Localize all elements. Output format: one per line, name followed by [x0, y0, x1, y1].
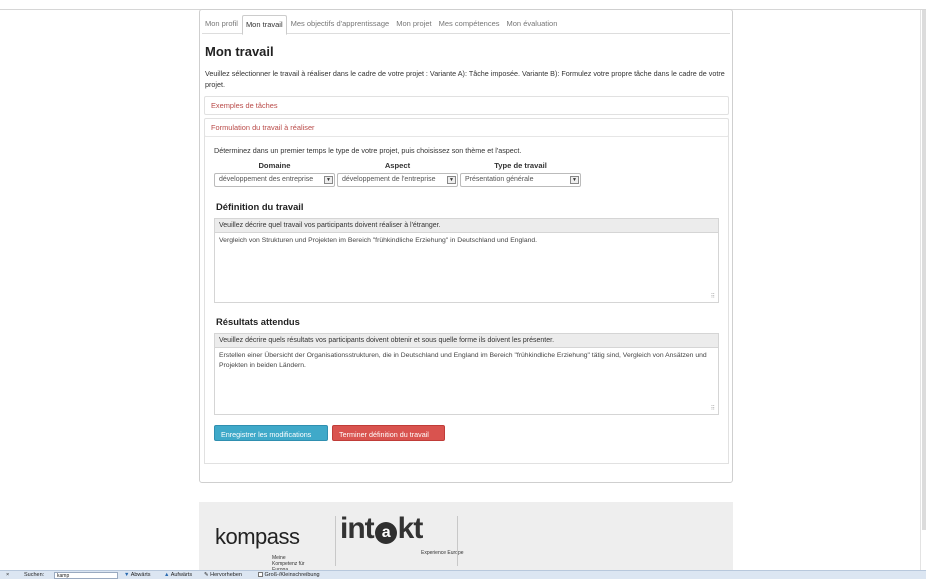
tab-evaluation[interactable]: Mon évaluation — [504, 15, 561, 34]
definition-prompt: Veuillez décrire quel travail vos partic… — [215, 219, 718, 233]
find-prev-label: Aufwärts — [170, 572, 193, 578]
aspect-select[interactable]: développement de l'entreprise ▼ — [337, 173, 458, 187]
browser-find-bar: × Suchen: kamp ▼ Abwärts ▲ Aufwärts ✎ He… — [0, 570, 926, 579]
intakt-logo-a: a — [374, 522, 397, 544]
arrow-up-icon: ▲ — [164, 572, 170, 578]
page-scrollbar[interactable] — [920, 10, 926, 570]
match-case-checkbox[interactable]: Groß-/Kleinschreibung — [258, 572, 320, 578]
results-title: Résultats attendus — [216, 316, 300, 327]
kompass-logo: kompass — [215, 524, 300, 549]
results-textarea[interactable]: Erstellen einer Übersicht der Organisati… — [215, 348, 718, 374]
find-next-label: Abwärts — [130, 572, 151, 578]
find-next-button[interactable]: ▼ Abwärts — [124, 572, 151, 578]
chevron-down-icon: ▼ — [447, 176, 456, 184]
domaine-label: Domaine — [258, 161, 291, 170]
resize-handle-icon[interactable]: ⠿ — [711, 405, 715, 412]
findbar-close-icon[interactable]: × — [6, 572, 9, 578]
highlight-button[interactable]: ✎ Hervorheben — [204, 572, 242, 578]
intro-text: Veuillez sélectionner le travail à réali… — [205, 69, 725, 89]
results-prompt: Veuillez décrire quels résultats vos par… — [215, 334, 718, 348]
panel-formulation-heading[interactable]: Formulation du travail à réaliser — [204, 118, 729, 137]
footer-divider — [335, 516, 336, 566]
aspect-label: Aspect — [384, 161, 411, 170]
work-card: Mon profil Mon travail Mes objectifs d'a… — [199, 9, 733, 483]
chevron-down-icon: ▼ — [570, 176, 579, 184]
find-input[interactable]: kamp — [54, 572, 118, 579]
save-button[interactable]: Enregistrer les modifications — [214, 425, 328, 441]
checkbox-icon — [258, 572, 263, 577]
aspect-value: développement de l'entreprise — [342, 176, 436, 183]
type-value: Présentation générale — [465, 176, 534, 183]
match-case-label: Groß-/Kleinschreibung — [264, 572, 320, 578]
highlight-label: Hervorheben — [210, 572, 242, 578]
intakt-logo-part: int — [340, 512, 375, 545]
type-label: Type de travail — [494, 161, 547, 170]
tab-competences[interactable]: Mes compétences — [436, 15, 503, 34]
highlight-icon: ✎ — [204, 572, 209, 578]
definition-field: Veuillez décrire quel travail vos partic… — [214, 218, 719, 303]
selector-lead-text: Déterminez dans un premier temps le type… — [214, 146, 522, 155]
tab-bar: Mon profil Mon travail Mes objectifs d'a… — [202, 15, 730, 35]
findbar-label: Suchen: — [24, 572, 45, 578]
resize-handle-icon[interactable]: ⠿ — [711, 293, 715, 300]
finish-definition-button[interactable]: Terminer définition du travail — [332, 425, 445, 441]
arrow-down-icon: ▼ — [124, 572, 130, 578]
intakt-logo: int a kt — [340, 512, 424, 546]
tab-mon-projet[interactable]: Mon projet — [393, 15, 434, 34]
scrollbar-thumb[interactable] — [922, 10, 926, 530]
tab-objectifs[interactable]: Mes objectifs d'apprentissage — [288, 15, 393, 34]
intakt-logo-part: kt — [397, 512, 424, 545]
definition-title: Définition du travail — [216, 201, 304, 212]
find-prev-button[interactable]: ▲ Aufwärts — [164, 572, 192, 578]
panel-examples-heading[interactable]: Exemples de tâches — [204, 96, 729, 115]
tab-mon-travail[interactable]: Mon travail — [241, 15, 287, 35]
chevron-down-icon: ▼ — [324, 176, 333, 184]
definition-textarea[interactable]: Vergleich von Strukturen und Projekten i… — [215, 233, 718, 249]
footer-divider — [457, 516, 458, 566]
footer-logos: kompass Meine Kompetenz für Europa intak… — [199, 502, 733, 573]
results-field: Veuillez décrire quels résultats vos par… — [214, 333, 719, 415]
tab-mon-profil[interactable]: Mon profil — [202, 15, 241, 34]
type-select[interactable]: Présentation générale ▼ — [460, 173, 581, 187]
domaine-select[interactable]: développement des entreprise ▼ — [214, 173, 335, 187]
page-title: Mon travail — [205, 44, 274, 59]
domaine-value: développement des entreprise — [219, 176, 314, 183]
